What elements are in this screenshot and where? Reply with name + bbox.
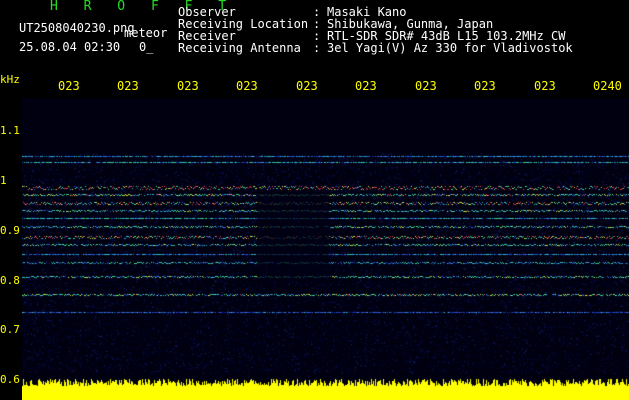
- antenna-sep: :: [313, 41, 321, 55]
- y-tick-label: 0.9: [0, 224, 20, 237]
- count-label: 0_: [139, 40, 154, 54]
- x-tick-label: 023: [534, 79, 556, 93]
- x-tick-label: 023: [474, 79, 496, 93]
- x-tick-label: 023: [415, 79, 437, 93]
- y-tick-label: 0.8: [0, 274, 20, 287]
- x-tick-label: 0240: [593, 79, 622, 93]
- antenna-value: 3el Yagi(V) Az 330 for Vladivostok: [327, 41, 573, 55]
- x-tick-label: 023: [58, 79, 80, 93]
- x-tick-label: 023: [296, 79, 318, 93]
- x-tick-label: 023: [177, 79, 199, 93]
- x-tick-label: 023: [117, 79, 139, 93]
- y-tick-label: 1: [0, 174, 7, 187]
- antenna-label: Receiving Antenna: [178, 41, 301, 55]
- datetime: 25.08.04 02:30: [19, 40, 121, 54]
- y-tick-label: 1.1: [0, 124, 20, 137]
- spectrogram-canvas: [22, 98, 629, 400]
- y-tick-label: 0.7: [0, 323, 20, 336]
- x-tick-label: 023: [236, 79, 258, 93]
- mode-label: meteor: [124, 26, 168, 40]
- x-tick-label: 023: [355, 79, 377, 93]
- y-unit-label: kHz: [0, 73, 20, 86]
- filename: UT2508040230.png: [19, 21, 135, 35]
- y-tick-label: 0.6: [0, 373, 20, 386]
